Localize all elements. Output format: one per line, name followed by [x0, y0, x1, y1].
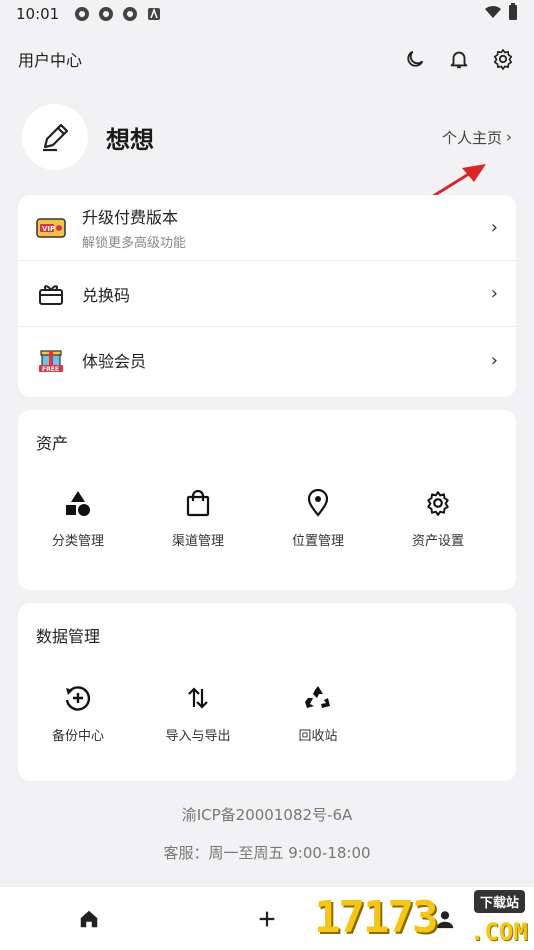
avatar[interactable] — [22, 104, 88, 170]
vip-ticket-icon: VIP — [36, 213, 66, 243]
location-pin-icon — [303, 488, 333, 518]
chevron-right-icon: › — [490, 349, 498, 371]
status-bar: 10:01 — [0, 0, 534, 28]
gear-icon[interactable] — [490, 46, 516, 72]
top-bar: 用户中心 — [0, 40, 534, 78]
tab-home[interactable] — [0, 908, 178, 930]
free-gift-box-icon: FREE — [36, 345, 66, 375]
chevron-right-icon: › — [490, 217, 498, 238]
moon-icon[interactable] — [402, 46, 428, 72]
username: 想想 — [106, 125, 154, 154]
wifi-icon — [484, 5, 502, 23]
upgrade-label: 升级付费版本 — [82, 208, 179, 227]
menu-card: VIP 升级付费版本 解锁更多高级功能 › 兑换码 › FREE 体验会员 › — [18, 195, 516, 397]
notification-icon — [121, 5, 139, 23]
recycle-icon — [303, 683, 333, 713]
asset-settings-label: 资产设置 — [411, 534, 464, 549]
home-icon — [80, 910, 98, 927]
assets-title: 资产 — [36, 434, 69, 453]
gear-icon — [423, 488, 453, 518]
assets-card: 资产 分类管理 渠道管理 位置管理 资产设置 — [18, 410, 516, 590]
bell-icon[interactable] — [446, 46, 472, 72]
person-icon — [436, 910, 454, 928]
chevron-right-icon: › — [490, 283, 498, 304]
bottom-tab-bar — [0, 887, 534, 950]
backup-center-label: 备份中心 — [51, 729, 104, 744]
app-notification-icon — [145, 5, 163, 23]
pen-icon — [43, 123, 69, 152]
trial-member-label: 体验会员 — [82, 352, 147, 371]
recycle-bin-label: 回收站 — [298, 729, 338, 744]
recycle-bin-button[interactable]: 回收站 — [258, 683, 378, 744]
backup-icon — [63, 683, 93, 713]
gift-icon — [36, 279, 66, 309]
category-management-label: 分类管理 — [51, 534, 104, 549]
homepage-link[interactable]: 个人主页 › — [442, 127, 512, 148]
channel-management-label: 渠道管理 — [171, 534, 224, 549]
upgrade-sublabel: 解锁更多高级功能 — [82, 236, 187, 251]
svg-text:FREE: FREE — [42, 366, 59, 373]
status-time: 10:01 — [16, 5, 60, 23]
import-export-label: 导入与导出 — [165, 729, 231, 744]
icp-text: 渝ICP备20001082号-6A — [181, 806, 353, 824]
svg-text:VIP: VIP — [42, 225, 55, 233]
notification-icon — [73, 5, 91, 23]
redeem-code-label: 兑换码 — [82, 285, 131, 305]
battery-icon — [508, 3, 518, 25]
chevron-right-icon: › — [506, 128, 512, 146]
import-export-button[interactable]: 导入与导出 — [138, 683, 258, 744]
service-hours-text: 客服：周一至周五 9:00-18:00 — [163, 844, 371, 862]
shopping-bag-icon — [183, 488, 213, 518]
upgrade-row[interactable]: VIP 升级付费版本 解锁更多高级功能 › — [18, 195, 516, 261]
location-management-label: 位置管理 — [291, 534, 344, 549]
notification-icon — [97, 5, 115, 23]
redeem-code-row[interactable]: 兑换码 › — [18, 261, 516, 327]
shapes-icon — [63, 488, 93, 518]
asset-settings-button[interactable]: 资产设置 — [378, 488, 498, 549]
channel-management-button[interactable]: 渠道管理 — [138, 488, 258, 549]
data-management-card: 数据管理 备份中心 导入与导出 回收站 — [18, 603, 516, 781]
trial-member-row[interactable]: FREE 体验会员 › — [18, 327, 516, 393]
tab-add[interactable] — [178, 908, 356, 930]
location-management-button[interactable]: 位置管理 — [258, 488, 378, 549]
import-export-icon — [183, 683, 213, 713]
page-title: 用户中心 — [18, 51, 83, 70]
plus-icon — [259, 911, 275, 926]
data-management-title: 数据管理 — [36, 627, 101, 646]
backup-center-button[interactable]: 备份中心 — [18, 683, 138, 744]
homepage-link-label: 个人主页 — [441, 128, 502, 147]
category-management-button[interactable]: 分类管理 — [18, 488, 138, 549]
tab-profile[interactable] — [356, 908, 534, 930]
profile-header: 想想 个人主页 › — [22, 102, 512, 172]
